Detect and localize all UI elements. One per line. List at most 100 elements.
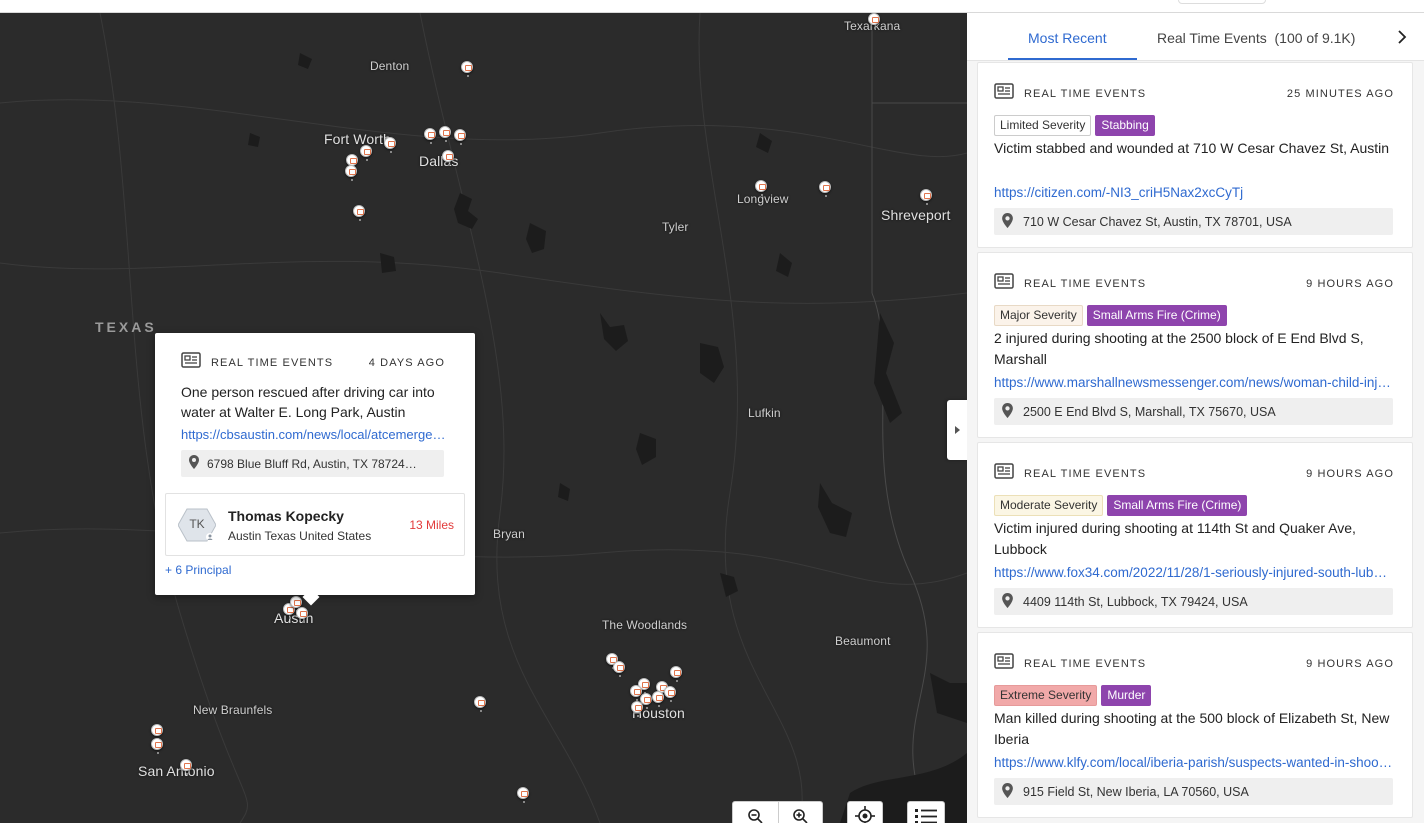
popup-source-label: REAL TIME EVENTS bbox=[211, 356, 334, 369]
event-pin[interactable] bbox=[819, 181, 831, 197]
event-pin[interactable] bbox=[442, 150, 454, 166]
event-pin[interactable] bbox=[631, 701, 643, 717]
event-badges: Major Severity Small Arms Fire (Crime) bbox=[994, 305, 1231, 326]
event-pin[interactable] bbox=[424, 128, 436, 144]
event-title: 2 injured during shooting at the 2500 bl… bbox=[994, 330, 1364, 367]
city-label-denton: Denton bbox=[370, 59, 410, 73]
event-address: 4409 114th St, Lubbock, TX 79424, USA bbox=[994, 588, 1393, 615]
city-label-beaumont: Beaumont bbox=[835, 634, 891, 648]
event-time: 25 MINUTES AGO bbox=[1286, 87, 1394, 100]
event-pin[interactable] bbox=[670, 666, 682, 682]
event-card[interactable]: REAL TIME EVENTS 9 HOURS AGO Extreme Sever… bbox=[977, 632, 1413, 818]
principal-card[interactable]: TK Thomas Kopecky Austin Texas United St… bbox=[165, 493, 465, 556]
event-type-badge: Small Arms Fire (Crime) bbox=[1086, 305, 1227, 326]
event-pin[interactable] bbox=[461, 61, 473, 77]
zoom-controls bbox=[732, 801, 823, 823]
news-icon bbox=[181, 352, 201, 373]
event-popup: REAL TIME EVENTS 4 DAYS AGO One person r… bbox=[155, 333, 475, 606]
event-pin[interactable] bbox=[474, 696, 486, 712]
severity-badge: Major Severity bbox=[994, 305, 1083, 326]
location-pin-icon bbox=[189, 455, 199, 472]
event-pin[interactable] bbox=[920, 189, 932, 205]
event-pin[interactable] bbox=[868, 13, 880, 29]
event-title: Victim injured during shooting at 114th … bbox=[994, 520, 1356, 557]
event-type-badge: Murder bbox=[1101, 685, 1152, 706]
city-label-tyler: Tyler bbox=[662, 220, 689, 234]
event-card-header: REAL TIME EVENTS 25 MINUTES AGO bbox=[994, 83, 1394, 104]
events-panel: Most Recent Real Time Events (100 of 9.1… bbox=[967, 13, 1424, 823]
tabs-next-button[interactable] bbox=[1392, 26, 1412, 48]
city-label-new-braunfels: New Braunfels bbox=[193, 703, 273, 717]
popup-source-link[interactable]: https://cbsaustin.com/news/local/atcemer… bbox=[181, 427, 449, 442]
principal-distance: 13 Miles bbox=[409, 518, 454, 532]
list-icon bbox=[915, 809, 937, 823]
map-canvas[interactable]: TEXAS Denton Fort Worth Dallas Longview … bbox=[0, 13, 967, 823]
zoom-in-button[interactable] bbox=[777, 801, 823, 823]
event-source-label: REAL TIME EVENTS bbox=[1024, 467, 1147, 480]
event-source-link[interactable]: https://www.fox34.com/2022/11/28/1-serio… bbox=[994, 565, 1394, 580]
event-address-text: 915 Field St, New Iberia, LA 70560, USA bbox=[1023, 784, 1249, 799]
event-card-header: REAL TIME EVENTS 9 HOURS AGO bbox=[994, 463, 1394, 484]
chevron-right-icon bbox=[1398, 30, 1407, 44]
city-label-lufkin: Lufkin bbox=[748, 406, 781, 420]
news-icon bbox=[994, 653, 1014, 674]
location-pin-icon bbox=[1002, 592, 1013, 611]
avatar: TK bbox=[177, 508, 217, 542]
event-title: Man killed during shooting at the 500 bl… bbox=[994, 710, 1390, 747]
panel-tabs: Most Recent Real Time Events (100 of 9.1… bbox=[967, 13, 1424, 61]
news-icon bbox=[994, 273, 1014, 294]
city-label-the-woodlands: The Woodlands bbox=[602, 618, 688, 632]
popup-header: REAL TIME EVENTS 4 DAYS AGO bbox=[181, 352, 445, 373]
event-address-text: 4409 114th St, Lubbock, TX 79424, USA bbox=[1023, 594, 1248, 609]
event-pin[interactable] bbox=[345, 165, 357, 181]
event-title: Victim stabbed and wounded at 710 W Cesa… bbox=[994, 140, 1390, 156]
location-pin-icon bbox=[1002, 782, 1013, 801]
city-label-shreveport: Shreveport bbox=[881, 207, 951, 223]
event-source-link[interactable]: https://www.klfy.com/local/iberia-parish… bbox=[994, 755, 1394, 770]
news-icon bbox=[994, 463, 1014, 484]
list-view-button[interactable] bbox=[907, 801, 945, 823]
popup-address-text: 6798 Blue Bluff Rd, Austin, TX 78724, US… bbox=[207, 456, 419, 471]
event-pin[interactable] bbox=[151, 724, 163, 740]
collapse-panel-button[interactable] bbox=[947, 400, 967, 460]
event-address-text: 2500 E End Blvd S, Marshall, TX 75670, U… bbox=[1023, 404, 1276, 419]
event-pin[interactable] bbox=[613, 661, 625, 677]
top-bar-control[interactable] bbox=[1178, 0, 1266, 4]
event-badges: Moderate Severity Small Arms Fire (Crime) bbox=[994, 495, 1251, 516]
event-pin[interactable] bbox=[454, 129, 466, 145]
event-source-link[interactable]: https://www.marshallnewsmessenger.com/ne… bbox=[994, 375, 1394, 390]
event-badges: Limited Severity Stabbing bbox=[994, 115, 1159, 136]
event-pin[interactable] bbox=[353, 205, 365, 221]
crosshair-icon bbox=[855, 806, 875, 823]
avatar-initials: TK bbox=[189, 517, 205, 531]
active-tab-indicator bbox=[1008, 58, 1137, 60]
event-pin[interactable] bbox=[664, 686, 676, 702]
location-pin-icon bbox=[1002, 402, 1013, 421]
locate-button[interactable] bbox=[847, 801, 883, 823]
tab-most-recent[interactable]: Most Recent bbox=[1028, 30, 1107, 46]
event-source-label: REAL TIME EVENTS bbox=[1024, 277, 1147, 290]
event-pin[interactable] bbox=[755, 180, 767, 196]
severity-badge: Limited Severity bbox=[994, 115, 1092, 136]
event-pin[interactable] bbox=[180, 759, 192, 775]
event-pin[interactable] bbox=[296, 607, 308, 623]
event-pin[interactable] bbox=[439, 126, 451, 142]
event-pin[interactable] bbox=[151, 738, 163, 754]
event-pin[interactable] bbox=[384, 137, 396, 153]
event-pin[interactable] bbox=[517, 787, 529, 803]
event-source-link[interactable]: https://citizen.com/-NI3_criH5Nax2xcCyTj bbox=[994, 185, 1394, 200]
event-pin[interactable] bbox=[652, 691, 664, 707]
event-time: 9 HOURS AGO bbox=[1306, 277, 1394, 290]
more-principals-link[interactable]: + 6 Principal bbox=[165, 563, 231, 577]
event-pin[interactable] bbox=[360, 145, 372, 161]
event-address: 2500 E End Blvd S, Marshall, TX 75670, U… bbox=[994, 398, 1393, 425]
tab-real-time-events[interactable]: Real Time Events (100 of 9.1K) bbox=[1157, 30, 1355, 46]
popup-address: 6798 Blue Bluff Rd, Austin, TX 78724, US… bbox=[181, 450, 444, 477]
zoom-out-button[interactable] bbox=[733, 801, 778, 823]
caret-right-icon bbox=[955, 426, 960, 434]
zoom-in-icon bbox=[793, 809, 808, 823]
event-card[interactable]: REAL TIME EVENTS 9 HOURS AGO Major Severit… bbox=[977, 252, 1413, 438]
principal-location: Austin Texas United States bbox=[228, 529, 372, 543]
event-card[interactable]: REAL TIME EVENTS 9 HOURS AGO Moderate Seve… bbox=[977, 442, 1413, 628]
event-card[interactable]: REAL TIME EVENTS 25 MINUTES AGO Limited Se… bbox=[977, 62, 1413, 248]
